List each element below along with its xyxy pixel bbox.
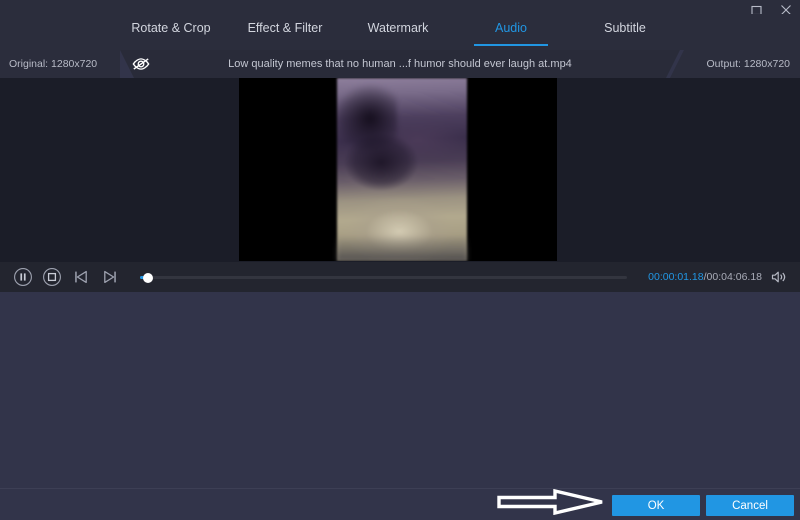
current-time-label: 00:00:01.18 (648, 271, 704, 283)
speaker-icon[interactable] (771, 262, 788, 292)
playback-control-bar: 00:00:01.18/00:04:06.18 (0, 262, 800, 292)
video-lower-band (337, 235, 467, 261)
file-info-bar: Original: 1280x720 Low quality memes tha… (0, 50, 800, 78)
tab-effect-filter[interactable]: Effect & Filter (240, 18, 330, 35)
stop-icon[interactable] (41, 267, 62, 288)
tab-label: Watermark (367, 21, 429, 35)
next-frame-icon[interactable] (99, 267, 120, 288)
eye-off-icon[interactable] (130, 54, 152, 74)
tab-active-underline (474, 44, 548, 46)
previous-frame-icon[interactable] (70, 267, 91, 288)
tab-subtitle[interactable]: Subtitle (590, 18, 660, 35)
tab-watermark[interactable]: Watermark (358, 18, 438, 35)
ok-button[interactable]: OK (612, 495, 700, 516)
audio-settings-panel: Audio Track: EN-AAC-2Channel + Volume: 1… (0, 292, 800, 488)
transport-controls (12, 262, 120, 292)
video-preview-area (0, 78, 800, 262)
video-frame[interactable] (239, 78, 557, 261)
tab-label: Effect & Filter (247, 21, 323, 35)
total-time-label: 00:04:06.18 (706, 271, 762, 283)
video-content (337, 78, 467, 261)
original-resolution-label: Original: 1280x720 (0, 50, 120, 78)
time-display: 00:00:01.18/00:04:06.18 (648, 262, 762, 292)
tab-label: Subtitle (604, 21, 646, 35)
video-editor-window: Rotate & Crop Effect & Filter Watermark … (0, 0, 800, 520)
seek-slider[interactable] (140, 272, 627, 283)
cancel-button[interactable]: Cancel (706, 495, 794, 516)
tab-label: Rotate & Crop (131, 21, 211, 35)
dialog-footer: OK Cancel (0, 488, 800, 520)
cancel-label: Cancel (732, 499, 768, 512)
seek-thumb[interactable] (143, 272, 153, 283)
video-shadow-region (337, 80, 397, 150)
filename-label: Low quality memes that no human ...f hum… (228, 58, 572, 70)
filename-container: Low quality memes that no human ...f hum… (120, 50, 680, 78)
editor-tab-bar: Rotate & Crop Effect & Filter Watermark … (0, 14, 800, 50)
output-resolution-label: Output: 1280x720 (670, 50, 800, 78)
title-bar (0, 0, 800, 14)
tab-label: Audio (495, 21, 527, 35)
tab-rotate-crop[interactable]: Rotate & Crop (126, 18, 216, 35)
ok-label: OK (647, 499, 665, 512)
pause-icon[interactable] (12, 267, 33, 288)
tab-audio[interactable]: Audio (474, 18, 548, 46)
